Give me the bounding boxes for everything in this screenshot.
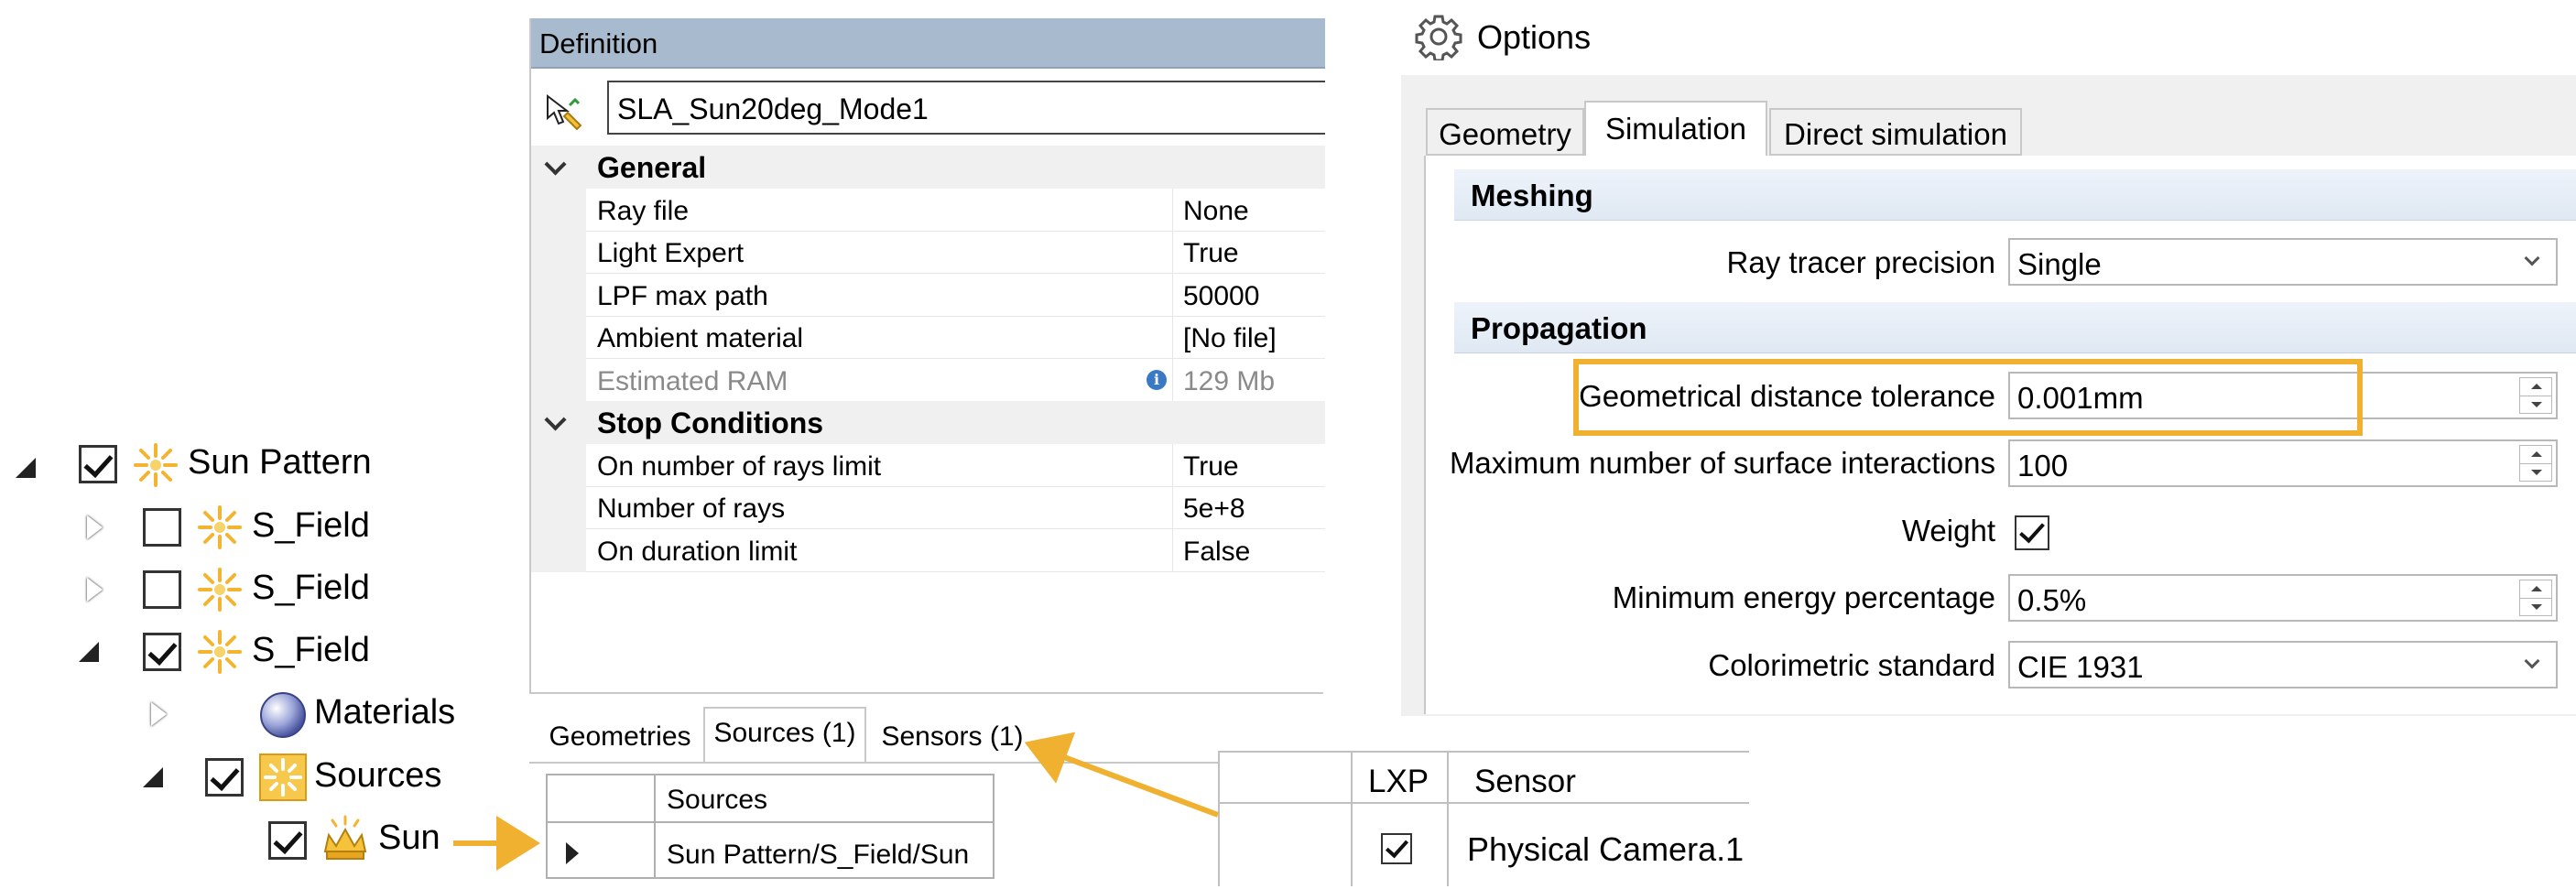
arrow-to-sensors-tab — [1024, 732, 1220, 818]
callout-arrows — [453, 732, 1220, 871]
